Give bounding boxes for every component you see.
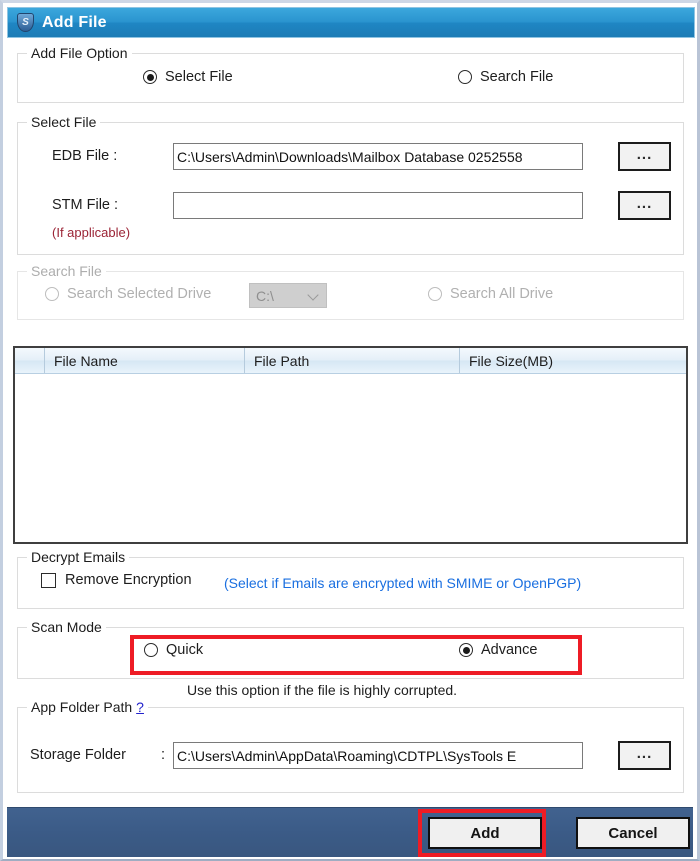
radio-search-file-indicator[interactable] — [458, 70, 472, 84]
radio-search-selected-drive: Search Selected Drive — [45, 286, 211, 302]
app-folder-path-group: App Folder Path? Storage Folder : C:\Use… — [17, 699, 684, 793]
radio-advance[interactable]: Advance — [459, 642, 537, 658]
radio-search-selected-drive-label: Search Selected Drive — [67, 286, 212, 302]
decrypt-emails-group: Decrypt Emails Remove Encryption (Select… — [17, 549, 684, 609]
search-file-title: Search File — [27, 263, 106, 279]
storage-folder-label: Storage Folder — [30, 747, 126, 763]
add-file-dialog: S Add File Add File Option Select File S… — [0, 0, 700, 861]
checkbox-remove-encryption-indicator[interactable] — [41, 572, 56, 588]
file-list-body — [15, 374, 686, 542]
stm-file-input[interactable] — [173, 192, 583, 219]
stm-file-label: STM File : — [52, 197, 119, 213]
window-title: Add File — [42, 13, 107, 31]
file-list-col-file-path[interactable]: File Path — [245, 348, 460, 373]
dialog-footer: Add Cancel — [7, 807, 693, 857]
radio-select-file-indicator[interactable] — [143, 70, 157, 84]
radio-quick-label: Quick — [166, 642, 204, 658]
app-folder-path-title: App Folder Path? — [27, 699, 148, 715]
add-file-option-title: Add File Option — [27, 45, 132, 61]
edb-browse-button[interactable]: ... — [618, 142, 671, 171]
stm-applicable-note: (If applicable) — [52, 225, 131, 240]
scan-mode-hint: Use this option if the file is highly co… — [187, 682, 458, 698]
select-file-title: Select File — [27, 114, 101, 130]
file-list[interactable]: File Name File Path File Size(MB) — [13, 346, 688, 544]
radio-quick[interactable]: Quick — [144, 642, 203, 658]
shield-icon: S — [17, 13, 34, 32]
dialog-body: Add File Option Select File Search File … — [7, 39, 695, 805]
radio-search-file[interactable]: Search File — [458, 69, 553, 85]
storage-folder-browse-label: ... — [636, 745, 653, 762]
shield-icon-letter: S — [22, 16, 29, 28]
radio-advance-label: Advance — [481, 642, 538, 658]
storage-folder-colon: : — [161, 747, 166, 763]
radio-quick-indicator[interactable] — [144, 643, 158, 657]
add-file-option-group: Add File Option Select File Search File — [17, 45, 684, 103]
storage-folder-browse-button[interactable]: ... — [618, 741, 671, 770]
title-bar: S Add File — [7, 7, 695, 38]
drive-select: C:\ — [249, 283, 327, 308]
add-button[interactable]: Add — [428, 817, 542, 849]
file-list-header: File Name File Path File Size(MB) — [15, 348, 686, 374]
radio-search-all-drive-indicator — [428, 287, 442, 301]
radio-advance-indicator[interactable] — [459, 643, 473, 657]
radio-select-file[interactable]: Select File — [143, 69, 233, 85]
edb-file-label: EDB File : — [52, 148, 118, 164]
stm-browse-button[interactable]: ... — [618, 191, 671, 220]
stm-browse-label: ... — [636, 195, 653, 212]
search-file-group: Search File Search Selected Drive C:\ Se… — [17, 263, 684, 320]
radio-search-all-drive: Search All Drive — [428, 286, 553, 302]
storage-folder-input[interactable]: C:\Users\Admin\AppData\Roaming\CDTPL\Sys… — [173, 742, 583, 769]
select-file-group: Select File EDB File : C:\Users\Admin\Do… — [17, 114, 684, 255]
radio-search-all-drive-label: Search All Drive — [450, 286, 554, 302]
app-folder-path-label: App Folder Path — [31, 699, 133, 715]
file-list-col-gutter — [15, 348, 45, 373]
cancel-button[interactable]: Cancel — [576, 817, 690, 849]
scan-mode-title: Scan Mode — [27, 619, 106, 635]
edb-file-input[interactable]: C:\Users\Admin\Downloads\Mailbox Databas… — [173, 143, 583, 170]
scan-mode-group: Scan Mode Quick Advance — [17, 619, 684, 679]
decrypt-emails-hint: (Select if Emails are encrypted with SMI… — [224, 575, 582, 591]
checkbox-remove-encryption-label: Remove Encryption — [65, 572, 192, 588]
file-list-col-file-size[interactable]: File Size(MB) — [460, 348, 686, 373]
radio-select-file-label: Select File — [165, 69, 233, 85]
chevron-down-icon — [307, 288, 319, 301]
drive-select-value: C:\ — [256, 287, 274, 304]
radio-search-selected-drive-indicator — [45, 287, 59, 301]
edb-browse-label: ... — [636, 146, 653, 163]
file-list-col-file-name[interactable]: File Name — [45, 348, 245, 373]
decrypt-emails-title: Decrypt Emails — [27, 549, 130, 565]
checkbox-remove-encryption[interactable]: Remove Encryption — [41, 572, 192, 588]
radio-search-file-label: Search File — [480, 69, 554, 85]
app-folder-path-help-link[interactable]: ? — [136, 699, 144, 715]
